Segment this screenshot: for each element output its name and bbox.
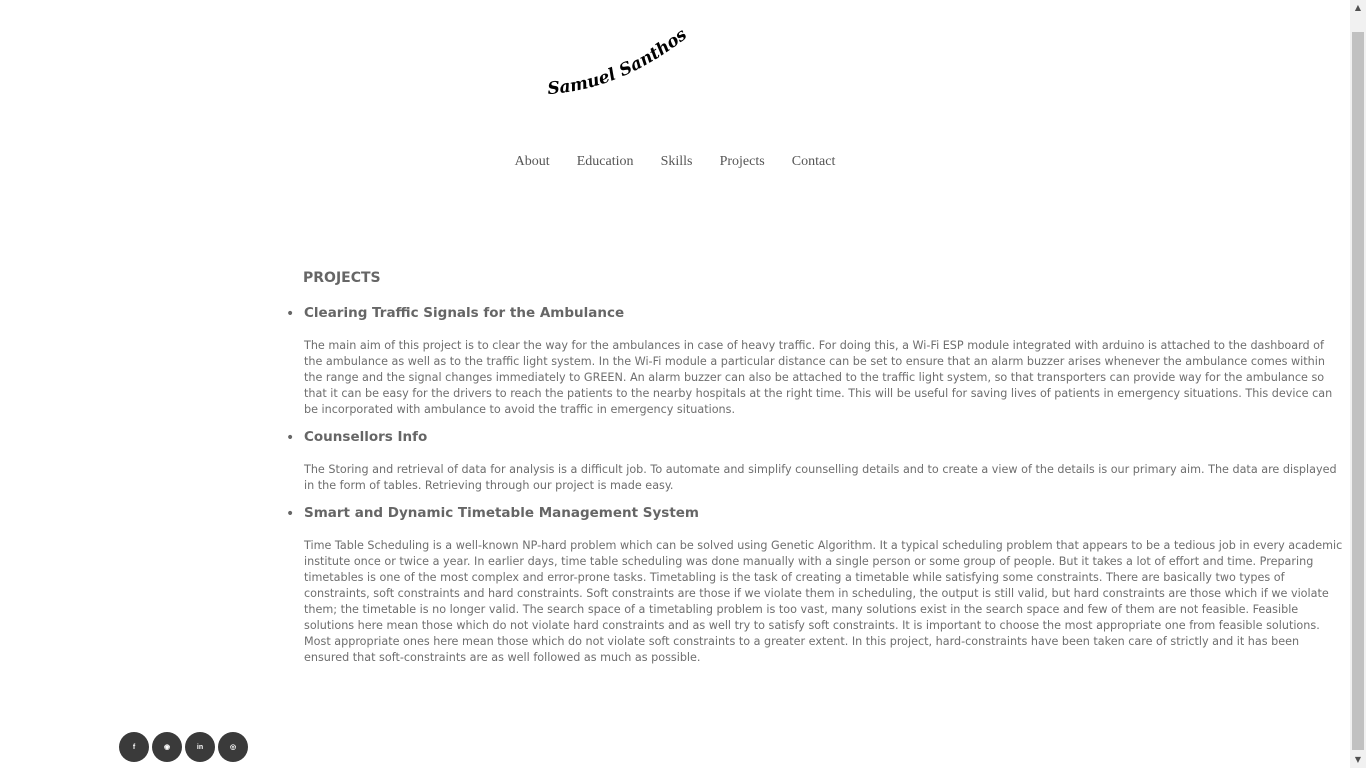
projects-list: • Clearing Traffic Signals for the Ambul… xyxy=(286,304,1344,676)
project-description: The main aim of this project is to clear… xyxy=(304,339,1333,416)
section-title: PROJECTS xyxy=(303,270,381,286)
scroll-up-icon[interactable]: ▲ xyxy=(1350,0,1366,16)
project-title: Counsellors Info xyxy=(304,429,428,445)
facebook-button[interactable]: f xyxy=(119,732,149,762)
project-item: • Clearing Traffic Signals for the Ambul… xyxy=(286,304,1344,418)
scroll-down-icon[interactable]: ▼ xyxy=(1350,752,1366,768)
nav-skills[interactable]: Skills xyxy=(661,154,693,169)
bullet-icon: • xyxy=(286,506,295,522)
project-title: Clearing Traffic Signals for the Ambulan… xyxy=(304,305,625,321)
main-nav: About Education Skills Projects Contact xyxy=(0,150,1350,170)
logo-text: Samuel Santhosh xyxy=(540,28,691,99)
scroll-thumb[interactable] xyxy=(1352,32,1364,750)
project-description: Time Table Scheduling is a well-known NP… xyxy=(304,539,1343,664)
github-icon: ◉ xyxy=(163,744,171,751)
project-item: • Counsellors Info The Storing and retri… xyxy=(286,428,1344,494)
github-button[interactable]: ◉ xyxy=(152,732,182,762)
social-links: f ◉ in ◎ xyxy=(119,732,248,762)
project-description: The Storing and retrieval of data for an… xyxy=(304,463,1337,492)
instagram-button[interactable]: ◎ xyxy=(218,732,248,762)
nav-projects[interactable]: Projects xyxy=(720,154,765,169)
linkedin-button[interactable]: in xyxy=(185,732,215,762)
project-item: • Smart and Dynamic Timetable Management… xyxy=(286,504,1344,666)
nav-contact[interactable]: Contact xyxy=(792,154,836,169)
bullet-icon: • xyxy=(286,430,295,446)
site-logo[interactable]: Samuel Santhosh xyxy=(540,28,700,108)
logo-text-path: Samuel Santhosh xyxy=(540,28,691,99)
facebook-icon: f xyxy=(132,743,136,751)
project-title: Smart and Dynamic Timetable Management S… xyxy=(304,505,699,521)
vertical-scrollbar[interactable]: ▲ ▼ xyxy=(1350,0,1366,768)
bullet-icon: • xyxy=(286,306,295,322)
instagram-icon: ◎ xyxy=(229,744,237,751)
linkedin-icon: in xyxy=(196,743,204,751)
nav-about[interactable]: About xyxy=(515,154,550,169)
nav-education[interactable]: Education xyxy=(577,154,634,169)
